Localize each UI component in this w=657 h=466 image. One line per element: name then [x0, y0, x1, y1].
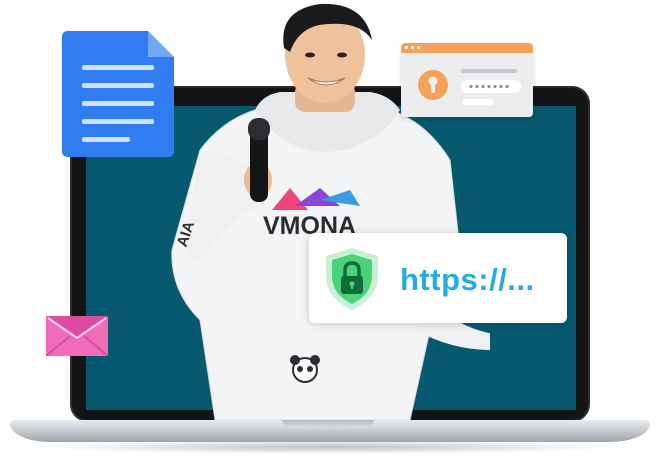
- login-window: [401, 43, 533, 117]
- illustration: MacBook Pro VMONA AIA https://...: [0, 0, 657, 466]
- secure-url-text: https://...: [400, 262, 535, 297]
- login-window-titlebar: [401, 43, 533, 53]
- document-icon: [62, 31, 174, 157]
- window-dot: [417, 46, 420, 49]
- laptop-model-label: MacBook Pro: [306, 424, 352, 431]
- login-window-body: [418, 69, 521, 105]
- window-dot: [411, 46, 414, 49]
- laptop-shadow: [40, 440, 620, 454]
- envelope-icon: [46, 316, 108, 356]
- window-dot: [405, 46, 408, 49]
- lock-shield-icon: [326, 248, 378, 310]
